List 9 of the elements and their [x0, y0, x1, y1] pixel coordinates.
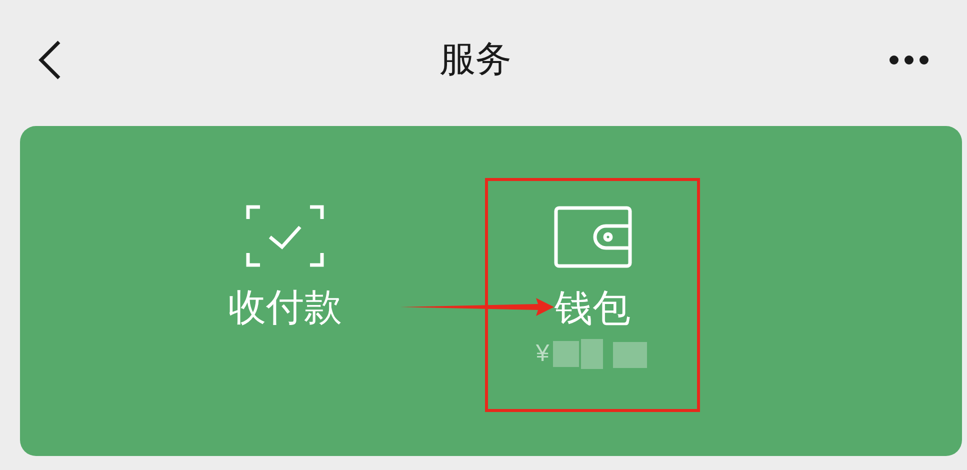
scan-check-icon [246, 205, 324, 267]
page-title: 服务 [440, 38, 512, 82]
redacted-amount-icon [553, 339, 650, 369]
back-icon[interactable] [38, 40, 62, 80]
action-label[interactable]: 收付款 [228, 281, 342, 333]
wallet-icon [554, 206, 632, 268]
more-icon[interactable] [889, 55, 929, 65]
action-label[interactable]: 钱包 [554, 282, 630, 334]
balance-currency: ¥ [536, 339, 550, 369]
